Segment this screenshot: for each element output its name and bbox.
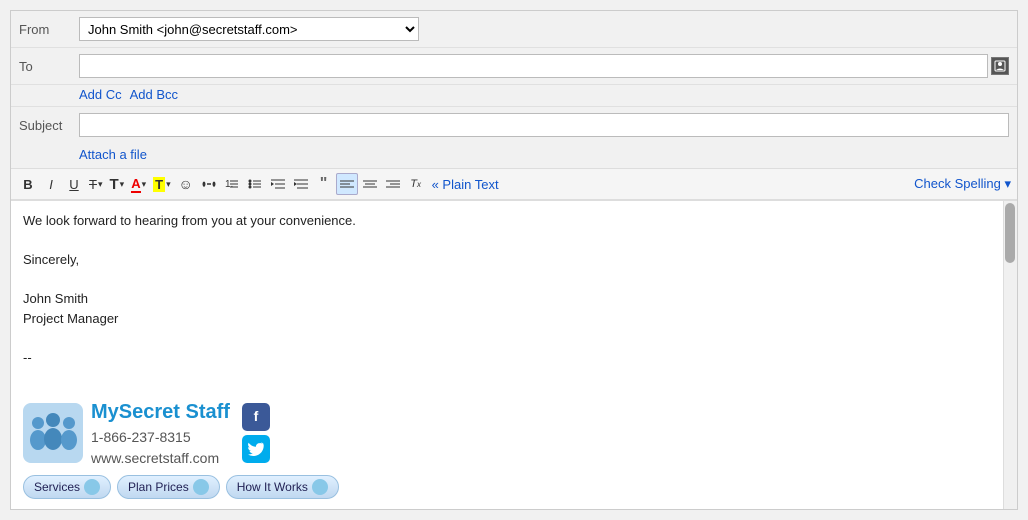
blockquote-button[interactable]: " bbox=[313, 173, 335, 195]
indent-less-button[interactable] bbox=[267, 173, 289, 195]
underline-button[interactable]: U bbox=[63, 173, 85, 195]
scrollbar-track[interactable] bbox=[1003, 201, 1017, 509]
subject-input[interactable] bbox=[79, 113, 1009, 137]
check-spelling-link[interactable]: Check Spelling ▾ bbox=[914, 176, 1011, 192]
attach-file-link[interactable]: Attach a file bbox=[79, 147, 147, 162]
sig-how-it-works-button[interactable]: How It Works bbox=[226, 475, 339, 499]
sig-btn3-icon bbox=[312, 479, 328, 495]
italic-button[interactable]: I bbox=[40, 173, 62, 195]
to-label: To bbox=[19, 59, 79, 74]
indent-more-button[interactable] bbox=[290, 173, 312, 195]
sig-avatar-icon bbox=[23, 403, 83, 463]
unordered-list-button[interactable] bbox=[244, 173, 266, 195]
sig-social-icons: f bbox=[242, 403, 270, 463]
ordered-list-button[interactable]: 1. bbox=[221, 173, 243, 195]
emoji-button[interactable]: ☺ bbox=[175, 173, 197, 195]
bold-button[interactable]: B bbox=[17, 173, 39, 195]
to-input[interactable] bbox=[79, 54, 988, 78]
align-left-button[interactable] bbox=[336, 173, 358, 195]
to-input-wrapper bbox=[79, 54, 1009, 78]
facebook-icon[interactable]: f bbox=[242, 403, 270, 431]
body-line5: -- bbox=[23, 348, 1005, 368]
strikethrough-label: T bbox=[89, 177, 97, 192]
editor-area[interactable]: We look forward to hearing from you at y… bbox=[11, 200, 1017, 509]
sig-text-block: MySecret Staff 1-866-237-8315 www.secret… bbox=[91, 397, 230, 469]
compose-window: From John Smith <john@secretstaff.com> T… bbox=[10, 10, 1018, 510]
to-row: To bbox=[11, 48, 1017, 85]
email-signature: MySecret Staff 1-866-237-8315 www.secret… bbox=[23, 397, 1005, 499]
add-cc-link[interactable]: Add Cc bbox=[79, 87, 122, 102]
sig-services-button[interactable]: Services bbox=[23, 475, 111, 499]
sig-btn1-icon bbox=[84, 479, 100, 495]
align-center-button[interactable] bbox=[359, 173, 381, 195]
from-select-wrapper: John Smith <john@secretstaff.com> bbox=[79, 17, 1009, 41]
font-color-label: A bbox=[131, 176, 140, 193]
strikethrough-dropdown[interactable]: T ▾ bbox=[86, 173, 105, 195]
sig-phone: 1-866-237-8315 bbox=[91, 427, 230, 448]
body-line1: We look forward to hearing from you at y… bbox=[23, 211, 1005, 231]
sig-logo-area: MySecret Staff 1-866-237-8315 www.secret… bbox=[23, 397, 1005, 469]
subject-row: Subject bbox=[11, 106, 1017, 143]
sig-plan-prices-button[interactable]: Plan Prices bbox=[117, 475, 220, 499]
twitter-icon[interactable] bbox=[242, 435, 270, 463]
text-bg-arrow: ▾ bbox=[166, 179, 171, 190]
from-select[interactable]: John Smith <john@secretstaff.com> bbox=[79, 17, 419, 41]
sig-btn1-label: Services bbox=[34, 480, 80, 494]
subject-label: Subject bbox=[19, 118, 79, 133]
from-row: From John Smith <john@secretstaff.com> bbox=[11, 11, 1017, 48]
sig-buttons: Services Plan Prices How It Works bbox=[23, 475, 1005, 499]
strikethrough-arrow: ▾ bbox=[98, 179, 103, 190]
font-size-dropdown[interactable]: T ▾ bbox=[106, 173, 127, 195]
font-size-arrow: ▾ bbox=[120, 179, 125, 190]
cc-bcc-row: Add Cc Add Bcc bbox=[11, 85, 1017, 106]
attach-row: Attach a file bbox=[11, 143, 1017, 168]
scrollbar-thumb[interactable] bbox=[1005, 203, 1015, 263]
font-color-arrow: ▾ bbox=[142, 179, 147, 190]
sig-btn2-label: Plan Prices bbox=[128, 480, 189, 494]
plain-text-link[interactable]: « Plain Text bbox=[432, 177, 499, 192]
clear-format-button[interactable]: Tx bbox=[405, 173, 427, 195]
body-line2: Sincerely, bbox=[23, 250, 1005, 270]
contact-picker-icon[interactable] bbox=[991, 57, 1009, 75]
font-color-dropdown[interactable]: A ▾ bbox=[128, 173, 149, 195]
sig-brand-name: MySecret Staff bbox=[91, 397, 230, 427]
add-bcc-link[interactable]: Add Bcc bbox=[130, 87, 178, 102]
link-button[interactable] bbox=[198, 173, 220, 195]
sig-btn2-icon bbox=[193, 479, 209, 495]
editor-content[interactable]: We look forward to hearing from you at y… bbox=[23, 211, 1005, 499]
align-right-button[interactable] bbox=[382, 173, 404, 195]
sig-website: www.secretstaff.com bbox=[91, 448, 230, 469]
font-size-label: T bbox=[109, 176, 118, 193]
from-label: From bbox=[19, 22, 79, 37]
sig-btn3-label: How It Works bbox=[237, 480, 308, 494]
text-bg-label: T bbox=[153, 177, 165, 192]
body-line3: John Smith bbox=[23, 289, 1005, 309]
body-line4: Project Manager bbox=[23, 309, 1005, 329]
editor-toolbar: B I U T ▾ T ▾ A ▾ T ▾ ☺ 1. bbox=[11, 168, 1017, 200]
text-bg-dropdown[interactable]: T ▾ bbox=[150, 173, 173, 195]
